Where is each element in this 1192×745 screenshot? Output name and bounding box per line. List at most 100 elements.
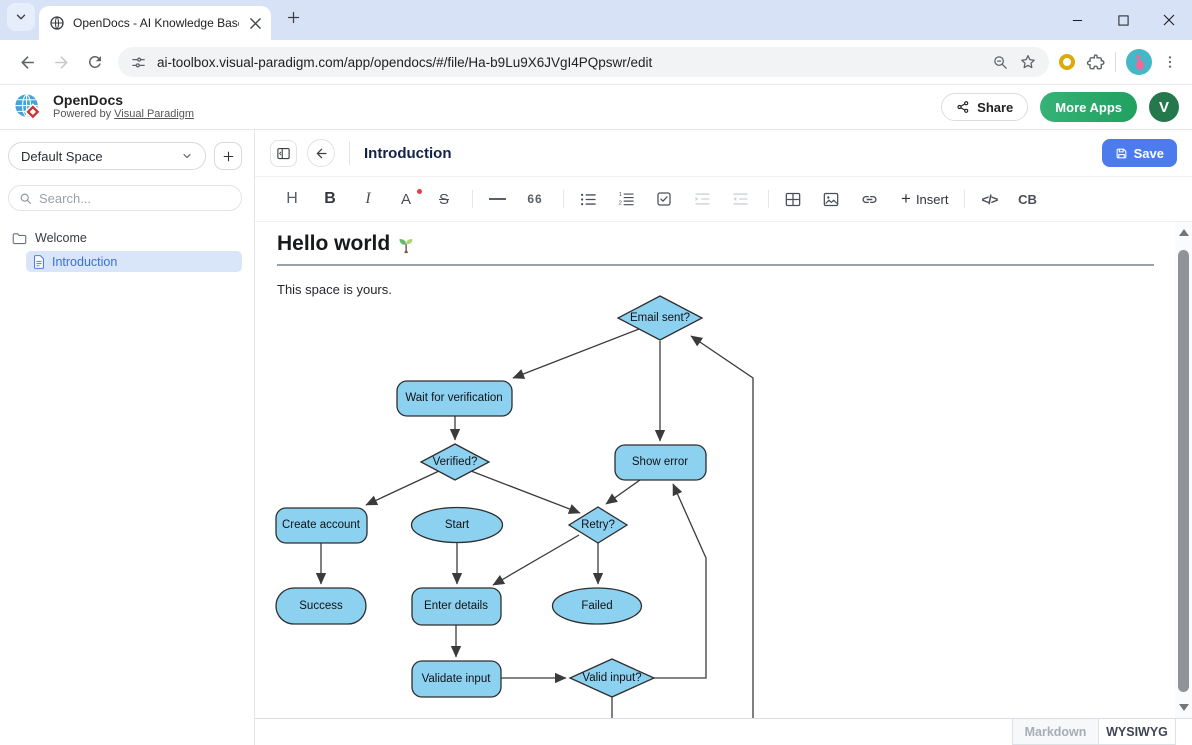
svg-text:Validate input: Validate input: [422, 673, 492, 685]
svg-text:Failed: Failed: [581, 600, 612, 612]
search-input[interactable]: [39, 191, 231, 206]
toolbar-divider: [768, 190, 769, 208]
horizontal-rule-icon: [489, 198, 506, 200]
svg-text:Show error: Show error: [632, 456, 688, 468]
flowchart-diagram[interactable]: Email sent? Wait for verification Verifi…: [255, 222, 1175, 718]
editor-main: Introduction Save H B I A S 66: [255, 130, 1192, 745]
plus-icon: +: [901, 189, 911, 209]
toggle-sidebar-button[interactable]: [270, 140, 297, 167]
document-editor[interactable]: Hello world This space is yours.: [255, 222, 1192, 718]
insert-button[interactable]: + Insert: [901, 186, 948, 212]
share-button[interactable]: Share: [941, 93, 1028, 121]
address-bar[interactable]: ai-toolbox.visual-paradigm.com/app/opend…: [118, 47, 1049, 77]
sidebar-item-introduction[interactable]: Introduction: [26, 251, 242, 272]
doc-header: Introduction Save: [255, 130, 1192, 177]
browser-forward-button[interactable]: [44, 45, 78, 79]
flowchart-node-validate-input: Validate input: [412, 661, 501, 697]
inline-code-button[interactable]: </>: [977, 186, 1001, 212]
browser-reload-button[interactable]: [78, 45, 112, 79]
flowchart-node-enter-details: Enter details: [412, 588, 501, 625]
save-button[interactable]: Save: [1102, 139, 1177, 167]
profile-figure-icon: [1132, 54, 1146, 70]
browser-toolbar: ai-toolbox.visual-paradigm.com/app/opend…: [0, 40, 1192, 85]
code-block-button[interactable]: CB: [1015, 186, 1039, 212]
document-icon: [33, 255, 45, 269]
share-icon: [956, 100, 970, 114]
new-tab-button[interactable]: [279, 3, 307, 31]
svg-text:Email sent?: Email sent?: [630, 312, 690, 324]
strikethrough-button[interactable]: S: [432, 186, 456, 212]
image-button[interactable]: [819, 186, 843, 212]
flowchart-node-create-account: Create account: [276, 508, 367, 543]
close-icon: [1163, 14, 1175, 26]
page-title: Introduction: [364, 145, 1102, 162]
toolbar-divider: [964, 190, 965, 208]
window-close-button[interactable]: [1146, 0, 1192, 40]
bullet-list-button[interactable]: [576, 186, 600, 212]
folder-icon: [12, 232, 27, 245]
search-icon: [19, 192, 32, 205]
flowchart-node-start: Start: [412, 508, 503, 543]
tab-title: OpenDocs - AI Knowledge Base: [73, 16, 239, 30]
sidebar-item-welcome[interactable]: Welcome: [8, 228, 242, 248]
doc-back-button[interactable]: [307, 139, 335, 167]
powered-by: Powered by Visual Paradigm: [53, 108, 194, 121]
url-text[interactable]: ai-toolbox.visual-paradigm.com/app/opend…: [157, 55, 982, 70]
window-minimize-button[interactable]: [1054, 0, 1100, 40]
globe-favicon-icon: [49, 15, 65, 31]
back-arrow-icon: [18, 53, 37, 72]
content-scrollbar[interactable]: [1175, 222, 1192, 718]
tab-search-button[interactable]: [7, 3, 35, 31]
svg-text:Verified?: Verified?: [433, 456, 478, 468]
table-button[interactable]: [781, 186, 805, 212]
more-apps-button[interactable]: More Apps: [1040, 92, 1137, 122]
italic-button[interactable]: I: [356, 186, 380, 212]
indent-button[interactable]: [690, 186, 714, 212]
browser-toolbar-right: [1059, 49, 1184, 75]
tab-markdown[interactable]: Markdown: [1012, 719, 1098, 745]
blockquote-button[interactable]: 66: [523, 186, 547, 212]
window-maximize-button[interactable]: [1100, 0, 1146, 40]
tab-close-icon[interactable]: [247, 15, 263, 31]
sidebar-tree: Welcome Introduction: [8, 228, 242, 272]
site-info-icon[interactable]: [130, 54, 147, 71]
numbered-list-button[interactable]: 1 2: [614, 186, 638, 212]
kebab-menu-icon[interactable]: [1162, 54, 1178, 70]
space-selector-dropdown[interactable]: Default Space: [8, 142, 206, 170]
opendocs-logo-icon: [13, 92, 44, 123]
svg-text:Retry?: Retry?: [581, 519, 615, 531]
add-space-button[interactable]: [214, 142, 242, 170]
browser-tab[interactable]: OpenDocs - AI Knowledge Base: [39, 6, 271, 40]
sidebar: Default Space Welcom: [0, 130, 255, 745]
plus-icon: [222, 150, 235, 163]
tab-wysiwyg[interactable]: WYSIWYG: [1098, 719, 1176, 745]
extensions-puzzle-icon[interactable]: [1085, 52, 1105, 72]
svg-text:Valid input?: Valid input?: [582, 672, 641, 684]
visual-paradigm-link[interactable]: Visual Paradigm: [114, 108, 194, 120]
sidebar-search[interactable]: [8, 185, 242, 211]
scroll-down-arrow[interactable]: [1179, 704, 1189, 711]
svg-text:2: 2: [618, 201, 621, 207]
user-avatar[interactable]: V: [1149, 92, 1179, 122]
scroll-up-arrow[interactable]: [1179, 229, 1189, 236]
task-list-button[interactable]: [652, 186, 676, 212]
zoom-icon[interactable]: [992, 54, 1009, 71]
heading-button[interactable]: H: [280, 186, 304, 212]
chevron-down-icon: [14, 10, 28, 24]
bold-button[interactable]: B: [318, 186, 342, 212]
svg-text:Wait for verification: Wait for verification: [405, 392, 502, 404]
brand: OpenDocs Powered by Visual Paradigm: [13, 92, 941, 123]
bullet-list-icon: [580, 192, 597, 207]
text-color-button[interactable]: A: [394, 186, 418, 212]
outdent-icon: [732, 192, 749, 206]
scrollbar-thumb[interactable]: [1178, 250, 1189, 692]
minimize-icon: [1072, 15, 1083, 26]
outdent-button[interactable]: [728, 186, 752, 212]
bookmark-star-icon[interactable]: [1019, 53, 1037, 71]
browser-profile-avatar[interactable]: [1126, 49, 1152, 75]
horizontal-rule-button[interactable]: [485, 186, 509, 212]
toolbar-divider: [1115, 52, 1116, 72]
extension-ring-icon[interactable]: [1059, 54, 1075, 70]
browser-back-button[interactable]: [10, 45, 44, 79]
link-button[interactable]: [857, 186, 881, 212]
